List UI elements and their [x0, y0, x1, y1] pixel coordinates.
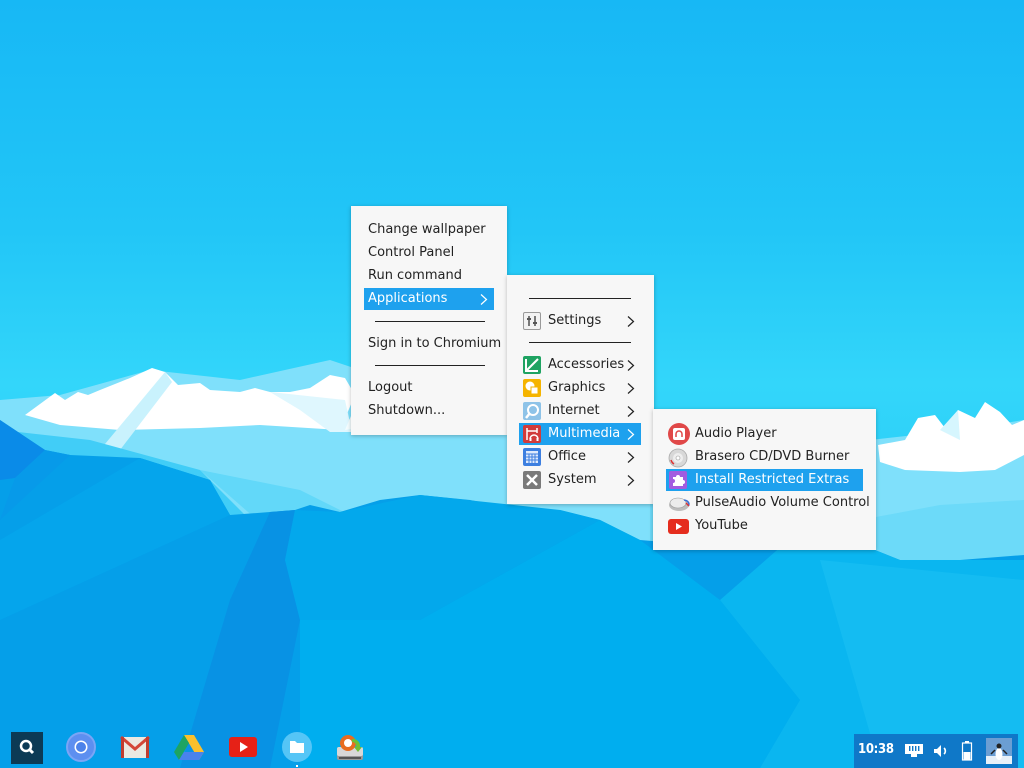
clock[interactable]: 10:38 [858, 734, 894, 768]
menu-item-multimedia[interactable]: Multimedia [519, 423, 641, 445]
volume-knob-icon [668, 494, 690, 512]
menu-item-label: PulseAudio Volume Control [695, 495, 870, 510]
menu-item-label: Sign in to Chromium [368, 336, 502, 351]
menu-item-label: Internet [548, 403, 600, 418]
search-icon [19, 739, 35, 755]
multimedia-submenu: Audio Player Brasero CD/DVD Burner Insta… [653, 409, 876, 550]
chevron-right-icon [626, 469, 636, 491]
menu-item-label: Run command [368, 268, 462, 283]
internet-icon [523, 402, 541, 420]
taskbar-files-button[interactable] [281, 731, 313, 767]
menu-item-label: Change wallpaper [368, 222, 486, 237]
settings-icon [523, 312, 541, 330]
menu-item-pulseaudio[interactable]: PulseAudio Volume Control [666, 492, 870, 514]
menu-item-accessories[interactable]: Accessories [520, 354, 641, 376]
chevron-right-icon [626, 354, 636, 376]
youtube-icon [229, 737, 257, 757]
menu-separator [375, 365, 485, 366]
menu-separator [375, 321, 485, 322]
menu-item-graphics[interactable]: Graphics [520, 377, 641, 399]
menu-item-label: Settings [548, 313, 602, 328]
menu-item-sign-in-chromium[interactable]: Sign in to Chromium [364, 333, 501, 355]
applications-submenu: Settings Accessories Graphics Internet M… [507, 275, 654, 504]
menu-item-label: Applications [368, 291, 448, 306]
chevron-right-icon [626, 400, 636, 422]
menu-item-label: Graphics [548, 380, 606, 395]
chevron-right-icon [626, 377, 636, 399]
menu-item-applications[interactable]: Applications [364, 288, 494, 310]
taskbar-search-button[interactable] [11, 732, 43, 764]
taskbar-drive-button[interactable] [173, 731, 205, 763]
menu-item-office[interactable]: Office [520, 446, 641, 468]
menu-item-run-command[interactable]: Run command [364, 265, 494, 287]
menu-item-label: Audio Player [695, 426, 777, 441]
penguin-avatar [986, 738, 1012, 764]
chevron-right-icon [626, 310, 636, 332]
drive-icon [174, 735, 204, 760]
software-updater-icon [337, 735, 363, 760]
taskbar-software-updater-button[interactable] [334, 731, 366, 763]
youtube-icon [668, 519, 689, 534]
taskbar-gmail-button[interactable] [119, 731, 151, 763]
menu-item-label: Install Restricted Extras [695, 472, 850, 487]
menu-separator [529, 342, 631, 343]
accessories-icon [523, 356, 541, 374]
menu-item-label: System [548, 472, 597, 487]
volume-icon[interactable] [932, 742, 950, 760]
menu-item-audio-player[interactable]: Audio Player [666, 423, 863, 445]
menu-item-label: YouTube [695, 518, 748, 533]
menu-item-label: Multimedia [548, 426, 621, 441]
office-icon [523, 448, 541, 466]
graphics-icon [523, 379, 541, 397]
disc-burner-icon [668, 448, 688, 468]
system-tray: 10:38 [854, 734, 1018, 768]
battery-icon[interactable] [961, 740, 973, 762]
desktop-context-menu: Change wallpaper Control Panel Run comma… [351, 206, 507, 435]
wired-network-icon[interactable] [904, 743, 924, 759]
menu-item-change-wallpaper[interactable]: Change wallpaper [364, 219, 494, 241]
multimedia-icon [523, 425, 541, 443]
chevron-right-icon [479, 288, 489, 310]
chromium-icon [66, 732, 96, 762]
menu-item-shutdown[interactable]: Shutdown... [364, 400, 494, 422]
menu-item-install-restricted-extras[interactable]: Install Restricted Extras [666, 469, 863, 491]
menu-item-label: Accessories [548, 357, 625, 372]
menu-item-label: Control Panel [368, 245, 455, 260]
menu-item-label: Shutdown... [368, 403, 446, 418]
running-indicator [296, 765, 298, 767]
taskbar-chromium-button[interactable] [65, 731, 97, 763]
menu-item-label: Logout [368, 380, 413, 395]
menu-item-system[interactable]: System [520, 469, 641, 491]
taskbar-youtube-button[interactable] [227, 731, 259, 763]
menu-item-label: Brasero CD/DVD Burner [695, 449, 850, 464]
chevron-right-icon [626, 423, 636, 445]
user-avatar[interactable] [986, 738, 1012, 764]
puzzle-piece-icon [669, 471, 687, 489]
menu-item-internet[interactable]: Internet [520, 400, 641, 422]
menu-item-settings[interactable]: Settings [520, 310, 641, 332]
menu-item-brasero[interactable]: Brasero CD/DVD Burner [666, 446, 863, 468]
gmail-icon [120, 735, 150, 758]
menu-separator [529, 298, 631, 299]
menu-item-control-panel[interactable]: Control Panel [364, 242, 494, 264]
menu-item-label: Office [548, 449, 586, 464]
system-icon [523, 471, 541, 489]
menu-item-youtube[interactable]: YouTube [666, 515, 863, 537]
audio-player-icon [668, 423, 690, 445]
menu-item-logout[interactable]: Logout [364, 377, 494, 399]
chevron-right-icon [626, 446, 636, 468]
folder-icon [282, 732, 312, 762]
